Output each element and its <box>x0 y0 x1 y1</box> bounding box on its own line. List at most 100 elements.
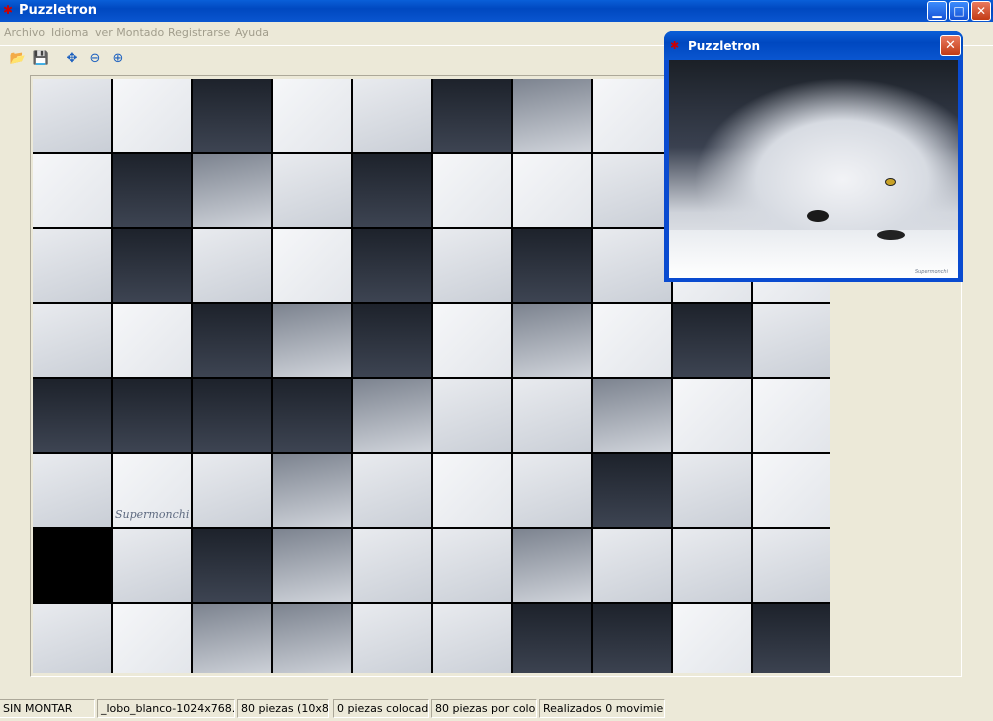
puzzle-piece[interactable] <box>593 304 671 377</box>
puzzle-piece[interactable] <box>33 154 111 227</box>
puzzle-piece[interactable] <box>433 529 511 602</box>
puzzle-piece[interactable] <box>273 379 351 452</box>
menu-ver-montado[interactable]: ver Montado <box>95 26 164 39</box>
puzzle-piece[interactable] <box>353 304 431 377</box>
puzzle-piece[interactable] <box>113 304 191 377</box>
puzzle-piece[interactable] <box>673 529 751 602</box>
puzzle-piece[interactable] <box>193 529 271 602</box>
puzzle-piece[interactable] <box>593 229 671 302</box>
puzzle-piece[interactable] <box>753 604 830 673</box>
puzzle-piece[interactable] <box>193 454 271 527</box>
puzzle-piece[interactable] <box>353 454 431 527</box>
status-bar: SIN MONTAR _lobo_blanco-1024x768.jpg 80 … <box>0 697 993 721</box>
puzzle-piece[interactable] <box>33 304 111 377</box>
puzzle-piece[interactable] <box>33 379 111 452</box>
puzzle-piece[interactable] <box>33 229 111 302</box>
preview-window[interactable]: ✱ Puzzletron ✕ Supermonchi <box>664 31 963 282</box>
puzzle-piece[interactable] <box>353 229 431 302</box>
puzzle-piece[interactable] <box>433 79 511 152</box>
puzzle-piece[interactable] <box>273 529 351 602</box>
puzzle-piece[interactable] <box>433 454 511 527</box>
puzzle-piece[interactable] <box>593 529 671 602</box>
puzzle-piece[interactable] <box>33 454 111 527</box>
puzzle-piece[interactable] <box>433 229 511 302</box>
puzzle-piece[interactable] <box>273 79 351 152</box>
puzzle-piece[interactable] <box>273 229 351 302</box>
puzzle-piece[interactable] <box>33 604 111 673</box>
puzzle-piece[interactable] <box>753 454 830 527</box>
close-icon: ✕ <box>945 38 956 53</box>
preview-close-button[interactable]: ✕ <box>940 35 961 56</box>
puzzle-piece[interactable] <box>353 529 431 602</box>
puzzle-piece[interactable] <box>513 379 591 452</box>
minimize-button[interactable]: ▁ <box>927 1 947 21</box>
puzzle-piece[interactable] <box>193 604 271 673</box>
puzzle-piece[interactable] <box>433 154 511 227</box>
save-button[interactable]: 💾 <box>31 49 51 69</box>
puzzle-piece[interactable] <box>513 79 591 152</box>
puzzle-piece[interactable] <box>673 454 751 527</box>
puzzle-piece[interactable] <box>113 154 191 227</box>
close-button[interactable]: ✕ <box>971 1 991 21</box>
preview-title-bar[interactable]: ✱ Puzzletron ✕ <box>664 31 963 60</box>
puzzle-piece[interactable] <box>593 604 671 673</box>
puzzle-piece[interactable] <box>353 379 431 452</box>
puzzle-piece[interactable] <box>273 454 351 527</box>
maximize-button[interactable]: □ <box>949 1 969 21</box>
puzzle-piece[interactable] <box>513 304 591 377</box>
puzzle-piece[interactable] <box>193 304 271 377</box>
puzzle-piece[interactable] <box>673 304 751 377</box>
puzzle-piece[interactable] <box>513 229 591 302</box>
save-disk-icon: 💾 <box>32 51 50 66</box>
puzzle-piece[interactable] <box>513 454 591 527</box>
preview-title: Puzzletron <box>688 39 760 53</box>
puzzle-piece[interactable] <box>593 454 671 527</box>
puzzle-piece[interactable] <box>353 154 431 227</box>
zoom-in-button[interactable]: ⊕ <box>108 49 128 69</box>
fit-button[interactable]: ✥ <box>62 49 82 69</box>
title-bar: ✱ Puzzletron ▁ □ ✕ <box>0 0 993 22</box>
puzzle-piece[interactable] <box>753 529 830 602</box>
puzzle-piece[interactable] <box>753 379 830 452</box>
puzzle-piece[interactable] <box>193 229 271 302</box>
puzzle-piece[interactable] <box>273 304 351 377</box>
zoom-out-button[interactable]: ⊖ <box>85 49 105 69</box>
menu-registrarse[interactable]: Registrarse <box>168 26 230 39</box>
status-pieces: 80 piezas (10x8) <box>237 699 329 718</box>
puzzle-piece[interactable] <box>433 304 511 377</box>
puzzle-piece[interactable] <box>113 604 191 673</box>
puzzle-piece[interactable] <box>113 379 191 452</box>
menu-idioma[interactable]: Idioma <box>51 26 88 39</box>
puzzle-piece[interactable] <box>513 604 591 673</box>
puzzle-piece[interactable] <box>193 79 271 152</box>
puzzle-piece[interactable] <box>593 154 671 227</box>
puzzle-piece[interactable] <box>353 79 431 152</box>
puzzle-piece[interactable] <box>513 154 591 227</box>
puzzle-piece[interactable] <box>33 79 111 152</box>
puzzle-piece[interactable] <box>113 529 191 602</box>
menu-archivo[interactable]: Archivo <box>4 26 45 39</box>
puzzle-piece[interactable] <box>433 379 511 452</box>
puzzle-piece[interactable] <box>593 79 671 152</box>
puzzle-piece[interactable] <box>593 379 671 452</box>
puzzle-piece[interactable] <box>673 604 751 673</box>
zoom-in-icon: ⊕ <box>112 51 124 66</box>
puzzle-piece[interactable] <box>193 154 271 227</box>
puzzle-piece[interactable] <box>433 604 511 673</box>
puzzle-piece[interactable] <box>273 154 351 227</box>
puzzle-piece[interactable] <box>273 604 351 673</box>
puzzle-piece[interactable] <box>113 79 191 152</box>
close-icon: ✕ <box>975 4 987 18</box>
board-signature: Supermonchi <box>115 508 190 521</box>
puzzle-piece[interactable] <box>113 229 191 302</box>
puzzle-piece[interactable] <box>673 379 751 452</box>
puzzle-piece[interactable] <box>513 529 591 602</box>
menu-ayuda[interactable]: Ayuda <box>235 26 269 39</box>
open-button[interactable]: 📂 <box>8 49 28 69</box>
ladybug-icon: ✱ <box>3 3 14 17</box>
puzzle-piece[interactable] <box>33 529 111 602</box>
puzzle-piece[interactable] <box>753 304 830 377</box>
puzzle-piece[interactable] <box>193 379 271 452</box>
puzzle-piece[interactable] <box>353 604 431 673</box>
ladybug-icon: ✱ <box>670 39 680 52</box>
